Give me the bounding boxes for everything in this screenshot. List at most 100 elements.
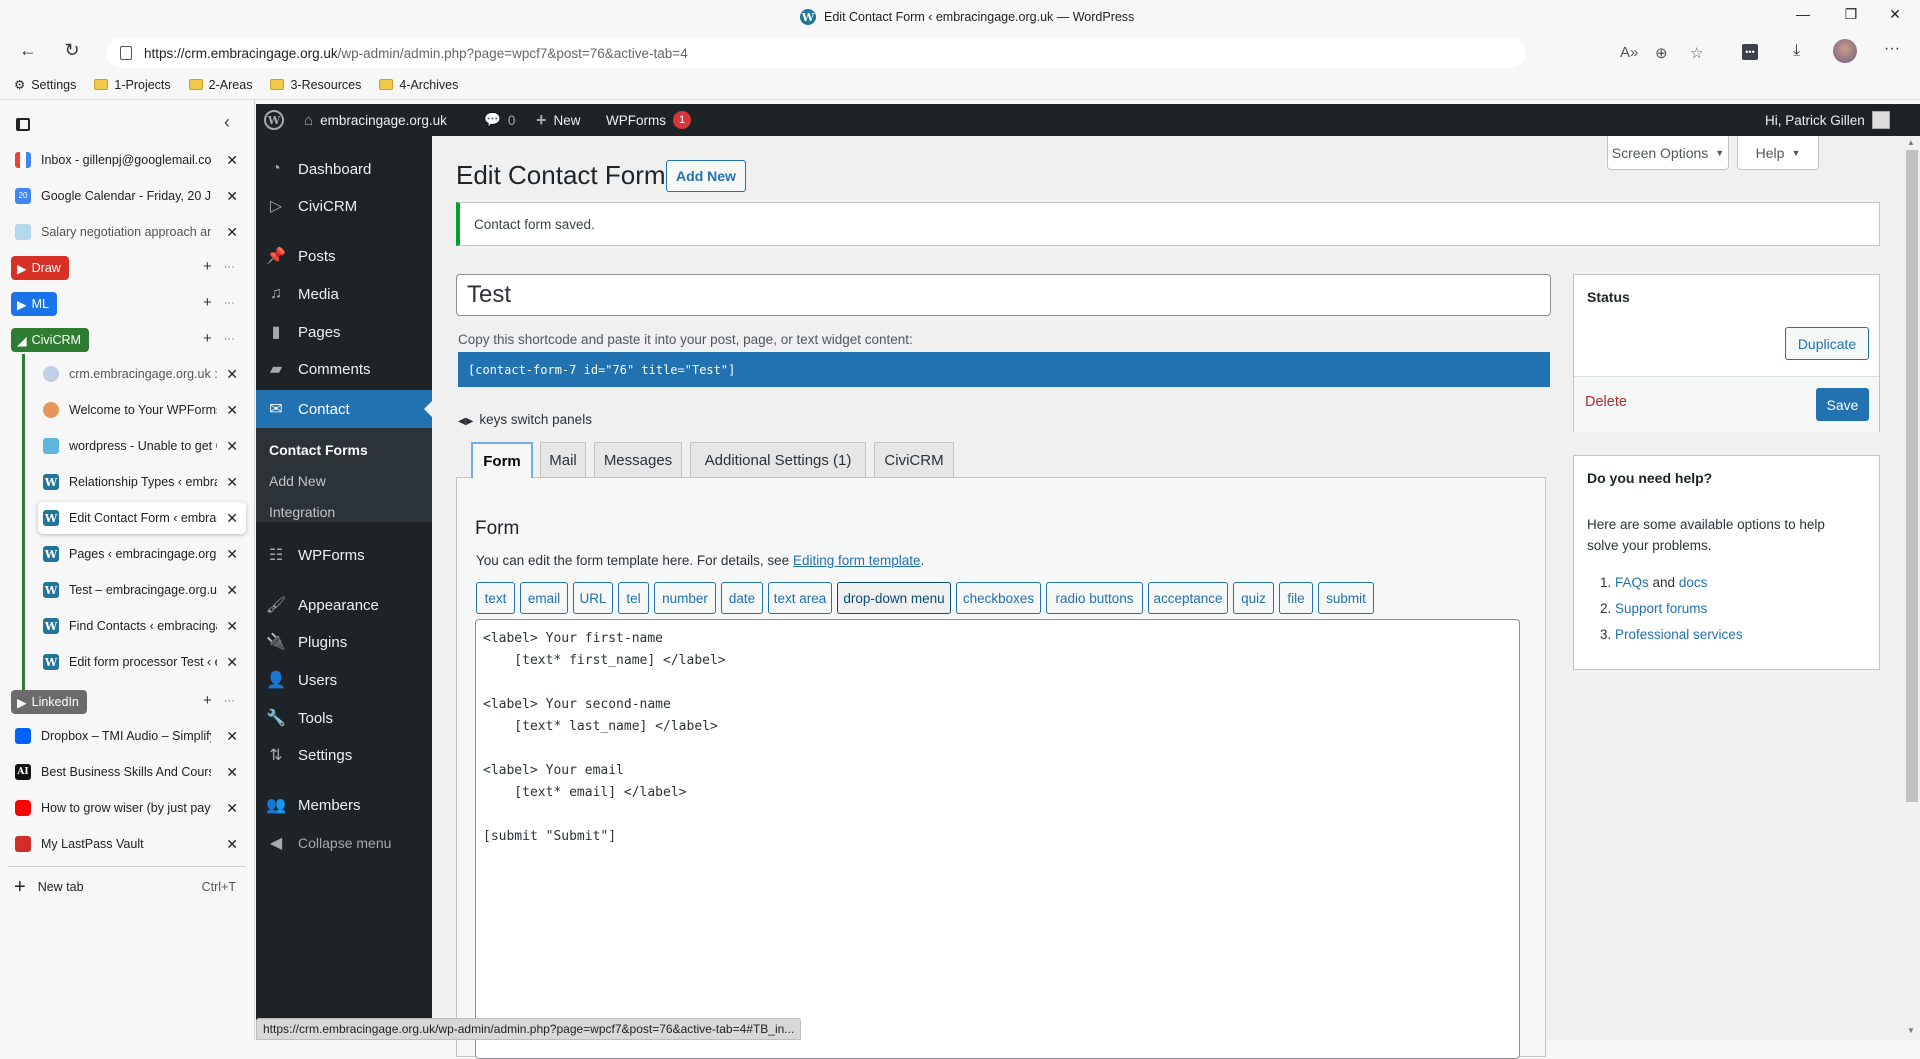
close-window-button[interactable]: ✕ <box>1880 6 1910 28</box>
close-tab-icon[interactable]: ✕ <box>226 474 238 491</box>
close-tab-icon[interactable]: ✕ <box>226 152 238 169</box>
menu-dashboard[interactable]: ◔ Dashboard <box>256 152 432 186</box>
tag-button-text[interactable]: text <box>476 582 515 614</box>
close-tab-icon[interactable]: ✕ <box>226 800 238 817</box>
tab-item[interactable]: W Relationship Types ‹ embracingage ✕ <box>38 466 246 498</box>
menu-pages[interactable]: ▮ Pages <box>256 315 432 349</box>
tag-button-quiz[interactable]: quiz <box>1233 582 1274 614</box>
tab-item[interactable]: wordpress - Unable to get CiviCRM ✕ <box>38 430 246 462</box>
collapse-pane-icon[interactable]: ‹ <box>224 112 230 133</box>
bookmark-folder[interactable]: 1-Projects <box>94 78 171 92</box>
menu-appearance[interactable]: 🖌 Appearance <box>256 588 432 622</box>
close-tab-icon[interactable]: ✕ <box>226 438 238 455</box>
tab-form[interactable]: Form <box>471 442 533 478</box>
tab-item-active[interactable]: W Edit Contact Form ‹ embracingage ✕ <box>38 502 246 534</box>
faqs-link[interactable]: FAQs <box>1615 575 1649 590</box>
menu-plugins[interactable]: 🔌 Plugins <box>256 625 432 659</box>
menu-tools[interactable]: 🔧 Tools <box>256 701 432 735</box>
url-text[interactable]: https://crm.embracingage.org.uk/wp-admin… <box>144 46 688 61</box>
close-tab-icon[interactable]: ✕ <box>226 728 238 745</box>
tab-group-linkedin[interactable]: ▶ LinkedIn <box>11 690 87 714</box>
delete-link[interactable]: Delete <box>1585 394 1627 410</box>
tab-item[interactable]: 20 Google Calendar - Friday, 20 January ✕ <box>10 180 246 212</box>
duplicate-button[interactable]: Duplicate <box>1785 327 1869 360</box>
tab-civicrm[interactable]: CiviCRM <box>874 442 954 478</box>
read-aloud-icon[interactable]: A» <box>1620 44 1638 61</box>
menu-posts[interactable]: 📌 Posts <box>256 239 432 273</box>
close-tab-icon[interactable]: ✕ <box>226 654 238 671</box>
tab-item[interactable]: My LastPass Vault ✕ <box>10 828 246 860</box>
add-favorite-icon[interactable]: ☆ <box>1690 44 1703 62</box>
tag-button-url[interactable]: URL <box>573 582 613 614</box>
more-icon[interactable]: ··· <box>224 261 235 273</box>
close-tab-icon[interactable]: ✕ <box>226 618 238 635</box>
new-tab-button[interactable]: + New tab Ctrl+T <box>10 871 246 903</box>
shortcode-field[interactable]: [contact-form-7 id="76" title="Test"] <box>458 352 1550 387</box>
my-account-link[interactable]: Hi, Patrick Gillen <box>1765 104 1890 136</box>
add-tab-icon[interactable]: + <box>203 258 212 275</box>
submenu-integration[interactable]: Integration <box>269 504 335 520</box>
save-button[interactable]: Save <box>1816 388 1869 421</box>
tab-messages[interactable]: Messages <box>594 442 682 478</box>
help-button[interactable]: Help ▼ <box>1737 136 1819 170</box>
tab-item[interactable]: How to grow wiser (by just paying ✕ <box>10 792 246 824</box>
tab-actions-icon[interactable] <box>16 118 30 131</box>
bookmark-folder[interactable]: 2-Areas <box>188 78 252 92</box>
scrollbar-thumb[interactable] <box>1906 150 1918 802</box>
tag-button-radio-buttons[interactable]: radio buttons <box>1046 582 1143 614</box>
more-icon[interactable]: ··· <box>224 695 235 707</box>
new-content-link[interactable]: + New <box>536 104 581 136</box>
tag-button-date[interactable]: date <box>721 582 763 614</box>
tab-group-civicrm[interactable]: ◢ CiviCRM <box>11 328 89 352</box>
scroll-down-icon[interactable]: ▼ <box>1907 1026 1915 1035</box>
collapse-menu-button[interactable]: ◀ Collapse menu <box>256 826 432 860</box>
docs-link[interactable]: docs <box>1679 575 1708 590</box>
tab-item[interactable]: Salary negotiation approach and ✕ <box>10 216 246 248</box>
tab-item[interactable]: Dropbox – TMI Audio – Simplify your ✕ <box>10 720 246 752</box>
close-tab-icon[interactable]: ✕ <box>226 224 238 241</box>
tab-additional-settings[interactable]: Additional Settings (1) <box>690 442 866 478</box>
editing-form-template-link[interactable]: Editing form template <box>793 553 921 568</box>
close-tab-icon[interactable]: ✕ <box>226 582 238 599</box>
zoom-icon[interactable]: ⊕ <box>1655 44 1668 62</box>
minimize-button[interactable]: — <box>1788 6 1818 28</box>
menu-users[interactable]: 👤 Users <box>256 663 432 697</box>
bookmark-folder[interactable]: 4-Archives <box>379 78 458 92</box>
more-icon[interactable]: ··· <box>224 333 235 345</box>
tab-item[interactable]: W Pages ‹ embracingage.org.uk ✕ <box>38 538 246 570</box>
support-forums-link[interactable]: Support forums <box>1615 601 1707 616</box>
add-tab-icon[interactable]: + <box>203 294 212 311</box>
menu-members[interactable]: 👥 Members <box>256 788 432 822</box>
scroll-up-icon[interactable]: ▲ <box>1907 138 1915 147</box>
more-icon[interactable]: ··· <box>224 297 235 309</box>
tag-button-tel[interactable]: tel <box>618 582 649 614</box>
tab-group-ml[interactable]: ▶ ML <box>11 292 57 316</box>
add-tab-icon[interactable]: + <box>203 330 212 347</box>
close-tab-icon[interactable]: ✕ <box>226 366 238 383</box>
tab-item[interactable]: Inbox - gillenpj@googlemail.com ✕ <box>10 144 246 176</box>
tag-button-submit[interactable]: submit <box>1318 582 1374 614</box>
menu-wpforms[interactable]: ☷ WPForms <box>256 538 432 572</box>
back-button[interactable]: ← <box>14 40 42 64</box>
submenu-contact-forms[interactable]: Contact Forms <box>269 442 368 458</box>
add-tab-icon[interactable]: + <box>203 692 212 709</box>
tag-button-textarea[interactable]: text area <box>768 582 832 614</box>
comments-link[interactable]: 💬 0 <box>484 104 515 136</box>
site-name-link[interactable]: ⌂ embracingage.org.uk <box>304 104 447 136</box>
submenu-add-new[interactable]: Add New <box>269 473 326 489</box>
tab-mail[interactable]: Mail <box>540 442 586 478</box>
reload-button[interactable]: ↻ <box>58 40 86 64</box>
profile-avatar[interactable] <box>1833 39 1857 63</box>
tag-button-checkboxes[interactable]: checkboxes <box>956 582 1041 614</box>
menu-contact[interactable]: ✉ Contact <box>256 390 432 428</box>
close-tab-icon[interactable]: ✕ <box>226 836 238 853</box>
downloads-icon[interactable]: ⤓ <box>1793 42 1800 60</box>
menu-media[interactable]: ♫ Media <box>256 277 432 311</box>
page-scrollbar[interactable]: ▲ ▼ <box>1904 136 1920 1040</box>
close-tab-icon[interactable]: ✕ <box>226 764 238 781</box>
wp-logo-menu[interactable]: W <box>264 104 284 136</box>
tag-button-email[interactable]: email <box>520 582 568 614</box>
bookmark-settings[interactable]: ⚙ Settings <box>14 77 76 93</box>
bookmark-folder[interactable]: 3-Resources <box>270 78 361 92</box>
tab-item[interactable]: W Test – embracingage.org.uk ✕ <box>38 574 246 606</box>
